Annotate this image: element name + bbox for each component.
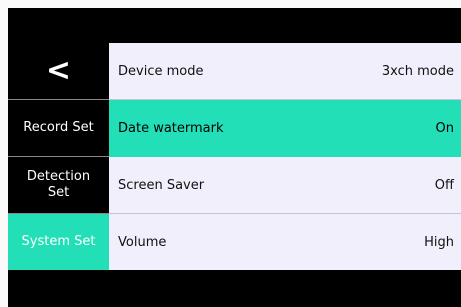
- setting-value: Off: [434, 177, 454, 193]
- setting-row-device-mode[interactable]: Device mode 3xch mode: [109, 43, 461, 100]
- setting-value: On: [435, 121, 454, 136]
- setting-row-date-watermark[interactable]: Date watermark On: [109, 100, 461, 157]
- device-screen: < Record Set Detection Set System Set De…: [8, 8, 461, 307]
- setting-name: Date watermark: [118, 121, 224, 136]
- back-button[interactable]: <: [8, 43, 109, 100]
- setting-row-screen-saver[interactable]: Screen Saver Off: [109, 157, 461, 214]
- setting-name: Device mode: [118, 63, 204, 79]
- back-chevron-icon: <: [45, 53, 72, 88]
- setting-row-volume[interactable]: Volume High: [109, 214, 461, 270]
- sidebar-menu: < Record Set Detection Set System Set: [8, 43, 109, 270]
- setting-name: Volume: [118, 234, 167, 250]
- sidebar-item-label: Record Set: [23, 120, 94, 135]
- sidebar-item-system-set[interactable]: System Set: [8, 214, 109, 270]
- sidebar-item-label: System Set: [21, 234, 96, 249]
- setting-value: High: [424, 234, 454, 250]
- sidebar-item-detection-set[interactable]: Detection Set: [8, 157, 109, 214]
- sidebar-item-record-set[interactable]: Record Set: [8, 100, 109, 157]
- setting-name: Screen Saver: [118, 177, 205, 193]
- setting-value: 3xch mode: [381, 63, 454, 79]
- sidebar-item-label: Detection Set: [26, 169, 91, 200]
- settings-list: Device mode 3xch mode Date watermark On …: [109, 43, 461, 270]
